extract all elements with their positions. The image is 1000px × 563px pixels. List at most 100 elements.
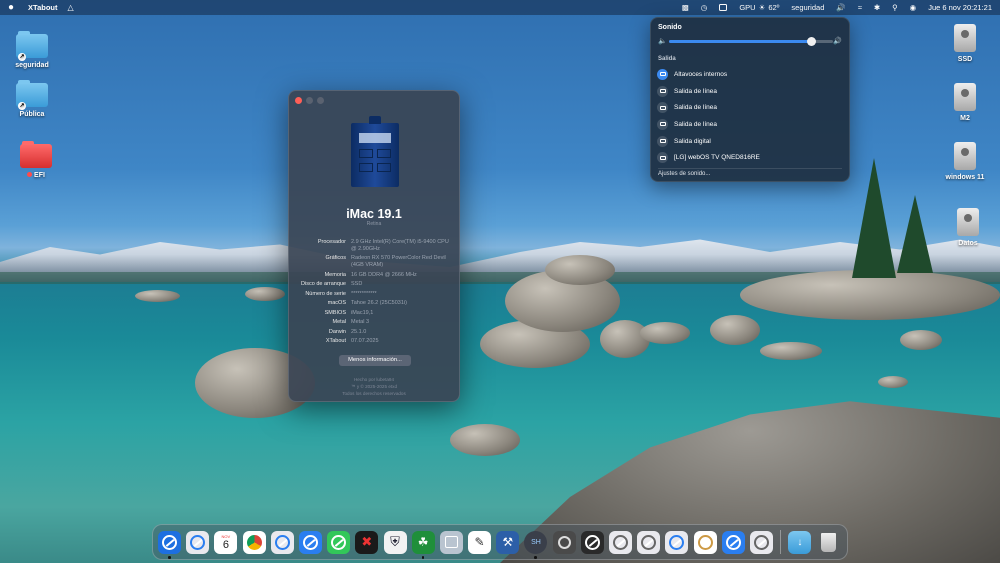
compass-icon bbox=[162, 534, 177, 550]
output-device-item[interactable]: [LG] webOS TV QNED816RE bbox=[657, 149, 845, 166]
dock-app-utility[interactable]: ☘ bbox=[411, 530, 435, 559]
time-machine-icon[interactable]: ◷ bbox=[701, 3, 708, 12]
gpu-label: GPU bbox=[739, 3, 756, 12]
output-device-item[interactable]: Salida de línea bbox=[657, 83, 845, 100]
dock-trash[interactable] bbox=[817, 531, 840, 554]
dock: NOV 6 ✖ ⛨ ☘ ✎ ⚒ SH ↓ bbox=[152, 524, 848, 560]
device-name: [LG] webOS TV QNED816RE bbox=[674, 154, 760, 162]
volume-menu-icon[interactable]: 🔊 bbox=[836, 3, 845, 12]
dock-app-safari[interactable] bbox=[298, 530, 322, 554]
pencil-icon: ✎ bbox=[474, 535, 485, 549]
zoom-button[interactable] bbox=[317, 97, 324, 104]
dock-app-utility[interactable] bbox=[552, 530, 576, 554]
control-center-icon[interactable]: ◉ bbox=[910, 3, 917, 12]
wifi-icon[interactable]: ≈ bbox=[858, 3, 862, 12]
desktop-icon-seguridad[interactable]: ↗ seguridad bbox=[2, 31, 62, 69]
tardis-machine-icon bbox=[351, 116, 399, 187]
dock-downloads-folder[interactable]: ↓ bbox=[788, 530, 812, 554]
minimize-button[interactable] bbox=[306, 97, 313, 104]
spec-row: Darwin 25.1.0 bbox=[295, 329, 455, 336]
compass-icon bbox=[753, 534, 769, 550]
tardis-window bbox=[359, 133, 391, 143]
volume-slider[interactable] bbox=[669, 37, 833, 46]
spec-key: Número de serie bbox=[305, 290, 346, 297]
bluetooth-icon[interactable]: ✱ bbox=[874, 3, 880, 12]
menu-bar: ● XTabout △ ▩ ◷ GPU ☀ 62º seguridad 🔊 ≈ … bbox=[0, 0, 1000, 15]
dock-app-utility[interactable]: ⚒ bbox=[496, 530, 520, 554]
spec-key: Darwin bbox=[328, 328, 346, 335]
dock-app-utility[interactable] bbox=[609, 530, 632, 554]
background-tree bbox=[897, 195, 933, 273]
spec-row: Número de serie ************ bbox=[295, 291, 455, 298]
dock-app-utility[interactable]: ⛨ bbox=[383, 530, 407, 554]
compass-icon bbox=[669, 534, 685, 550]
dock-app-notes[interactable]: ✎ bbox=[468, 530, 492, 554]
desktop-icon-windows11[interactable]: windows 11 bbox=[935, 142, 995, 181]
dock-app-utility[interactable] bbox=[637, 530, 661, 554]
dock-app-utility[interactable] bbox=[580, 530, 604, 554]
dock-app-terminal[interactable]: SH bbox=[524, 530, 548, 559]
desktop-icon-publica[interactable]: ↗ Pública bbox=[2, 80, 62, 118]
dock-app-safari[interactable] bbox=[270, 530, 294, 554]
dock-app-utility[interactable] bbox=[665, 530, 689, 554]
dock-app-utility[interactable] bbox=[439, 530, 463, 554]
output-device-item[interactable]: Salida digital bbox=[657, 133, 845, 150]
spec-value: iMac19,1 bbox=[351, 309, 374, 316]
gpu-status[interactable]: GPU ☀ 62º bbox=[739, 3, 779, 12]
dock-app-utility[interactable] bbox=[749, 530, 773, 554]
sound-settings-link[interactable]: Ajustes de sonido... bbox=[658, 171, 710, 177]
footer-rights: Todos los derechos reservados bbox=[342, 391, 406, 396]
network-name[interactable]: seguridad bbox=[791, 3, 824, 12]
machine-title: iMac 19.1 bbox=[346, 207, 402, 221]
desktop-icon-datos[interactable]: Datos bbox=[938, 208, 998, 247]
folder-icon: ↗ bbox=[16, 80, 48, 110]
desktop-icon-label: EFI bbox=[34, 172, 45, 179]
compass-icon bbox=[274, 534, 290, 550]
tool-icon: ⚒ bbox=[502, 535, 514, 549]
clock[interactable]: Jue 6 nov 20:21:21 bbox=[928, 3, 992, 12]
dock-app-calendar[interactable]: NOV 6 bbox=[214, 530, 238, 554]
output-device-item[interactable]: Salida de línea bbox=[657, 116, 845, 133]
volume-slider-knob[interactable] bbox=[807, 37, 817, 46]
dock-app-utility[interactable] bbox=[693, 530, 717, 554]
display-device-icon bbox=[657, 118, 668, 130]
desktop-icon-label: windows 11 bbox=[945, 174, 985, 181]
close-button[interactable] bbox=[295, 97, 302, 104]
output-device-item[interactable]: Altavoces internos bbox=[657, 66, 845, 83]
device-name: Altavoces internos bbox=[674, 70, 728, 78]
desktop-icon-efi[interactable]: EFI bbox=[6, 141, 66, 179]
footer-credit: Hecho por lubeta94 bbox=[353, 377, 395, 382]
disk-icon bbox=[954, 24, 976, 52]
spec-row: SMBIOS iMac19,1 bbox=[295, 310, 455, 317]
dock-app-safari[interactable] bbox=[186, 530, 210, 554]
sound-panel: Sonido 🔈 🔊 Salida Altavoces internos Sal… bbox=[650, 17, 850, 182]
spec-value: ************ bbox=[351, 290, 377, 297]
footer-copyright: ™ y © 2025-2025 etxd bbox=[350, 384, 398, 389]
printer-icon[interactable]: ▩ bbox=[682, 3, 689, 12]
background-tree bbox=[852, 158, 896, 278]
spec-key: XTabout bbox=[325, 337, 346, 344]
volume-slider-fill bbox=[669, 40, 812, 43]
dock-app-safari[interactable] bbox=[158, 530, 181, 559]
app-status-icon[interactable]: △ bbox=[68, 3, 74, 12]
background-rock bbox=[710, 315, 760, 345]
less-info-button[interactable]: Menos información... bbox=[339, 355, 411, 366]
dock-app-chrome[interactable] bbox=[242, 530, 266, 554]
app-menu[interactable]: XTabout bbox=[28, 3, 57, 12]
dock-app-utility[interactable] bbox=[721, 530, 745, 554]
background-rock bbox=[760, 342, 822, 360]
background-rock bbox=[545, 255, 615, 285]
disk-icon bbox=[957, 208, 979, 236]
dock-app-messages[interactable] bbox=[327, 530, 351, 554]
output-device-item[interactable]: Salida de línea bbox=[657, 99, 845, 116]
desktop-icon-m2[interactable]: M2 bbox=[935, 83, 995, 122]
desktop-icon-ssd[interactable]: SSD bbox=[935, 24, 995, 63]
display-device-icon bbox=[657, 152, 668, 164]
display-icon[interactable] bbox=[719, 4, 728, 11]
gauge-icon bbox=[557, 535, 571, 549]
desktop-icon-label: Pública bbox=[19, 111, 45, 118]
apple-menu-icon[interactable]: ● bbox=[8, 2, 14, 13]
search-icon[interactable]: ⚲ bbox=[892, 3, 898, 12]
dock-app-utility[interactable]: ✖ bbox=[355, 530, 379, 554]
compass-icon bbox=[697, 534, 713, 550]
